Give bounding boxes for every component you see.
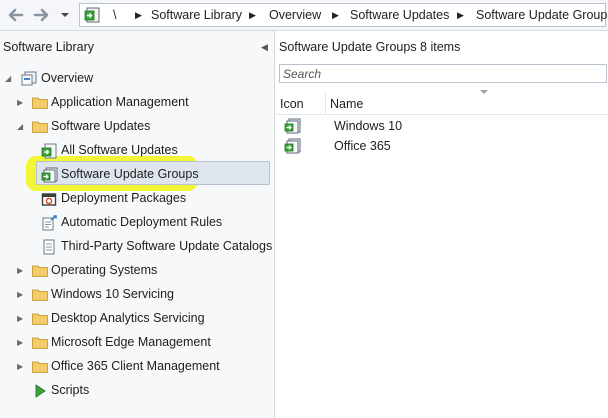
software-library-icon	[84, 7, 100, 23]
breadcrumb-separator[interactable]: ▶	[332, 10, 339, 21]
folder-icon	[32, 313, 48, 325]
folder-icon	[32, 121, 48, 133]
tree-item-windows-10-servicing[interactable]: ▶ Windows 10 Servicing	[0, 284, 272, 306]
expand-toggle[interactable]: ▶	[17, 98, 23, 107]
back-arrow-icon	[8, 8, 24, 22]
tree-item-application-management[interactable]: ▶ Application Management	[0, 92, 272, 114]
expand-toggle[interactable]: ▶	[17, 266, 23, 275]
tree-item-operating-systems[interactable]: ▶ Operating Systems	[0, 260, 272, 282]
tree-item-software-updates[interactable]: ◢ Software Updates	[0, 116, 272, 138]
tree-item-label: Deployment Packages	[61, 191, 187, 205]
back-button[interactable]	[6, 5, 26, 25]
tree-item-label: Scripts	[51, 383, 90, 397]
deployment-rule-icon	[42, 215, 57, 231]
expand-toggle[interactable]: ▶	[17, 314, 23, 323]
software-update-icon	[41, 143, 57, 159]
table-row[interactable]: Office 365	[276, 136, 608, 156]
tree-item-scripts[interactable]: Scripts	[0, 380, 272, 402]
tree-item-label: Application Management	[51, 95, 189, 109]
tree-item-deployment-packages[interactable]: Deployment Packages	[0, 188, 272, 210]
tree-item-microsoft-edge-management[interactable]: ▶ Microsoft Edge Management	[0, 332, 272, 354]
chevron-left-icon: ◀	[261, 42, 268, 52]
tree-item-desktop-analytics-servicing[interactable]: ▶ Desktop Analytics Servicing	[0, 308, 272, 330]
folder-icon	[32, 337, 48, 349]
catalog-icon	[43, 239, 55, 255]
search-input[interactable]	[280, 65, 586, 82]
tree-item-label: Overview	[41, 71, 94, 85]
script-run-icon	[35, 384, 46, 398]
tree-item-label: All Software Updates	[61, 143, 178, 157]
folder-icon	[32, 361, 48, 373]
breadcrumb-root-separator: \	[113, 8, 117, 22]
breadcrumb[interactable]: \ ▶ Software Library ▶ Overview ▶ Softwa…	[79, 3, 608, 27]
tree-item-overview[interactable]: ◢ Overview	[0, 68, 272, 90]
tree-item-label: Operating Systems	[51, 263, 158, 277]
breadcrumb-software-updates[interactable]: Software Updates	[350, 8, 449, 22]
expand-toggle[interactable]: ▶	[17, 362, 23, 371]
tree-item-automatic-deployment-rules[interactable]: Automatic Deployment Rules	[0, 212, 272, 234]
tree-item-label: Office 365 Client Management	[51, 359, 220, 373]
tree-item-office-365-client-management[interactable]: ▶ Office 365 Client Management	[0, 356, 272, 378]
forward-arrow-icon	[33, 8, 49, 22]
deployment-package-icon	[41, 193, 57, 206]
tree-item-label: Third-Party Software Update Catalogs	[61, 239, 273, 253]
software-update-group-icon	[284, 118, 301, 134]
content-pane: Software Update Groups 8 items Icon Name…	[276, 31, 608, 418]
tree-item-label: Software Update Groups	[61, 167, 199, 181]
column-header: Icon Name	[276, 92, 608, 115]
row-name: Office 365	[334, 139, 391, 153]
tree-item-label: Desktop Analytics Servicing	[51, 311, 205, 325]
tree-item-label: Microsoft Edge Management	[51, 335, 211, 349]
software-update-group-icon	[41, 167, 58, 183]
search-box[interactable]	[279, 64, 607, 83]
breadcrumb-software-update-groups[interactable]: Software Update Groups	[476, 8, 608, 22]
column-header-name[interactable]: Name	[330, 97, 363, 111]
forward-button[interactable]	[31, 5, 51, 25]
navigation-pane: Software Library ◀ ◢ Overview ▶ Applicat…	[0, 31, 275, 418]
address-toolbar: \ ▶ Software Library ▶ Overview ▶ Softwa…	[0, 0, 608, 31]
collapse-pane-button[interactable]: ◀	[261, 42, 268, 53]
expand-toggle[interactable]: ▶	[17, 290, 23, 299]
navigation-pane-title: Software Library	[3, 40, 95, 54]
expand-toggle[interactable]: ◢	[17, 122, 23, 131]
software-update-group-icon	[284, 138, 301, 154]
expand-toggle[interactable]: ▶	[17, 338, 23, 347]
history-dropdown-button[interactable]	[60, 9, 70, 19]
content-title: Software Update Groups 8 items	[279, 40, 461, 54]
breadcrumb-separator[interactable]: ▶	[135, 10, 142, 21]
expand-toggle[interactable]: ◢	[5, 74, 11, 83]
table-row[interactable]: Windows 10	[276, 116, 608, 136]
tree-item-third-party-catalogs[interactable]: Third-Party Software Update Catalogs	[0, 236, 272, 258]
overview-icon	[21, 71, 37, 86]
tree-item-all-software-updates[interactable]: All Software Updates	[0, 140, 272, 162]
breadcrumb-overview[interactable]: Overview	[269, 8, 321, 22]
breadcrumb-software-library[interactable]: Software Library	[151, 8, 242, 22]
tree-item-label: Windows 10 Servicing	[51, 287, 174, 301]
tree-item-label: Software Updates	[51, 119, 151, 133]
chevron-down-icon	[61, 13, 69, 17]
row-name: Windows 10	[334, 119, 403, 133]
breadcrumb-separator[interactable]: ▶	[249, 10, 256, 21]
folder-icon	[32, 289, 48, 301]
column-divider[interactable]	[325, 92, 326, 114]
tree-item-software-update-groups[interactable]: Software Update Groups	[0, 164, 272, 186]
tree-item-label: Automatic Deployment Rules	[61, 215, 223, 229]
folder-icon	[32, 97, 48, 109]
folder-icon	[32, 265, 48, 277]
column-header-icon[interactable]: Icon	[280, 97, 304, 111]
breadcrumb-separator[interactable]: ▶	[457, 10, 464, 21]
